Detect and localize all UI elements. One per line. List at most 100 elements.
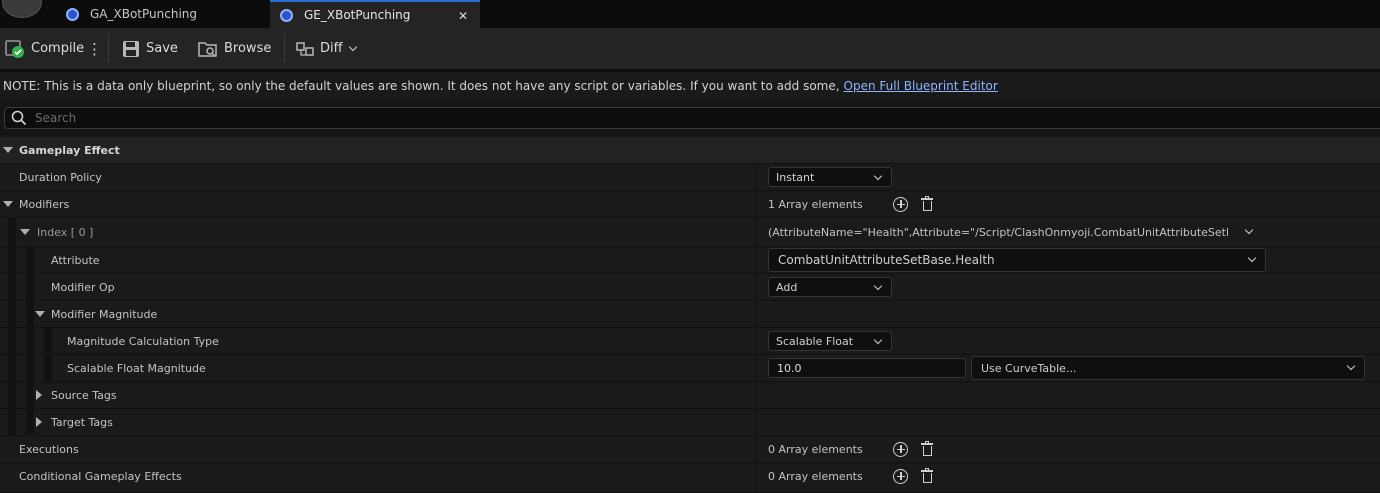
indent-bar <box>26 382 34 409</box>
compile-options-icon[interactable]: ⋮ <box>87 28 102 69</box>
modifier-op-dropdown[interactable]: Add <box>768 277 892 297</box>
chevron-down-icon[interactable] <box>1244 225 1254 235</box>
scalable-float-input[interactable]: 10.0 <box>768 358 966 378</box>
add-element-icon[interactable] <box>893 197 908 212</box>
expand-arrow-icon[interactable] <box>3 137 13 163</box>
property-label: Conditional Gameplay Effects <box>19 469 182 483</box>
array-count: 0 Array elements <box>768 442 863 456</box>
toolbar: Compile ⋮ Save Browse Diff <box>0 28 1380 69</box>
indent-bar <box>26 328 34 355</box>
dropdown-value: Scalable Float <box>776 334 854 348</box>
attribute-dropdown[interactable]: CombatUnitAttributeSetBase.Health <box>768 248 1266 272</box>
chevron-down-icon <box>348 42 357 51</box>
duration-policy-dropdown[interactable]: Instant <box>768 167 892 187</box>
tab-ge-xbotpunching[interactable]: GE_XBotPunching ✕ <box>270 0 480 28</box>
dropdown-value: Instant <box>776 170 815 184</box>
expand-arrow-icon[interactable] <box>36 409 42 435</box>
property-row-duration-policy: Duration Policy Instant <box>0 164 1380 191</box>
indent-bar <box>8 328 16 355</box>
property-row-conditional-effects: Conditional Gameplay Effects 0 Array ele… <box>0 463 1380 493</box>
save-button[interactable]: Save <box>122 28 178 69</box>
magnitude-calc-type-dropdown[interactable]: Scalable Float <box>768 331 892 351</box>
chevron-down-icon <box>873 335 883 345</box>
indent-bar <box>8 247 16 274</box>
browse-label: Browse <box>224 41 272 56</box>
compile-button[interactable]: Compile <box>5 28 84 69</box>
indent-bar <box>26 355 34 382</box>
property-row-index-0[interactable]: Index [ 0 ] (AttributeName="Health",Attr… <box>0 218 1380 247</box>
column-splitter[interactable] <box>755 191 756 217</box>
column-splitter[interactable] <box>755 301 756 327</box>
unreal-logo-icon[interactable] <box>2 0 42 18</box>
expand-arrow-icon[interactable] <box>3 191 13 217</box>
category-gameplay-effect[interactable]: Gameplay Effect <box>0 137 1380 164</box>
column-splitter[interactable] <box>755 328 756 354</box>
curve-table-dropdown[interactable]: Use CurveTable... <box>971 356 1365 380</box>
toolbar-divider <box>108 34 109 63</box>
property-label: Modifier Magnitude <box>51 307 158 321</box>
property-row-attribute: Attribute CombatUnitAttributeSetBase.Hea… <box>0 247 1380 274</box>
property-row-target-tags[interactable]: Target Tags <box>0 409 1380 436</box>
property-label: Scalable Float Magnitude <box>67 361 206 375</box>
column-splitter[interactable] <box>755 247 756 273</box>
column-splitter[interactable] <box>755 164 756 190</box>
indent-bar <box>8 301 16 328</box>
property-label: Duration Policy <box>19 170 102 184</box>
diff-label: Diff <box>320 41 343 56</box>
property-label: Modifiers <box>19 197 70 211</box>
index-summary-value: (AttributeName="Health",Attribute="/Scri… <box>768 225 1228 239</box>
dropdown-value: Use CurveTable... <box>981 361 1077 375</box>
browse-button[interactable]: Browse <box>198 28 271 69</box>
trash-icon[interactable] <box>921 196 933 212</box>
input-value: 10.0 <box>777 361 802 375</box>
expand-arrow-icon[interactable] <box>20 218 30 246</box>
search-box[interactable] <box>4 107 1380 129</box>
array-count: 0 Array elements <box>768 469 863 483</box>
chevron-down-icon <box>1346 361 1356 371</box>
indent-bar <box>8 382 16 409</box>
close-icon[interactable]: ✕ <box>458 9 468 23</box>
save-icon <box>123 40 139 57</box>
save-label: Save <box>146 41 178 56</box>
array-index-label: Index [ 0 ] <box>37 225 94 239</box>
blueprint-icon <box>280 8 293 22</box>
trash-icon[interactable] <box>921 441 933 457</box>
indent-bar <box>8 274 16 301</box>
property-row-scalable-float: Scalable Float Magnitude 10.0 Use CurveT… <box>0 355 1380 382</box>
property-label: Source Tags <box>51 388 117 402</box>
column-splitter[interactable] <box>755 409 756 435</box>
browse-folder-icon <box>198 41 217 57</box>
diff-button[interactable]: Diff <box>296 28 357 69</box>
note-text: NOTE: This is a data only blueprint, so … <box>3 79 840 93</box>
expand-arrow-icon[interactable] <box>36 382 42 408</box>
compile-label: Compile <box>31 41 85 56</box>
add-element-icon[interactable] <box>893 469 908 484</box>
property-row-modifiers[interactable]: Modifiers 1 Array elements <box>0 191 1380 218</box>
property-row-source-tags[interactable]: Source Tags <box>0 382 1380 409</box>
property-row-magnitude-calc-type: Magnitude Calculation Type Scalable Floa… <box>0 328 1380 355</box>
search-input[interactable] <box>35 111 635 125</box>
compile-check-icon <box>5 39 24 58</box>
add-element-icon[interactable] <box>893 442 908 457</box>
column-splitter[interactable] <box>755 355 756 381</box>
tab-ga-xbotpunching[interactable]: GA_XBotPunching <box>56 0 270 28</box>
column-splitter[interactable] <box>755 463 756 493</box>
indent-bar <box>8 218 16 247</box>
chevron-down-icon <box>873 171 883 181</box>
column-splitter[interactable] <box>755 436 756 462</box>
indent-bar <box>26 247 34 274</box>
column-splitter[interactable] <box>755 382 756 408</box>
open-full-editor-link[interactable]: Open Full Blueprint Editor <box>844 79 998 93</box>
property-row-modifier-magnitude[interactable]: Modifier Magnitude <box>0 301 1380 328</box>
indent-bar <box>44 328 52 355</box>
indent-bar <box>8 409 16 436</box>
column-splitter[interactable] <box>755 218 756 246</box>
trash-icon[interactable] <box>921 468 933 484</box>
property-label: Modifier Op <box>51 280 115 294</box>
chevron-down-icon <box>873 281 883 291</box>
indent-bar <box>8 355 16 382</box>
category-label: Gameplay Effect <box>19 143 120 157</box>
expand-arrow-icon[interactable] <box>35 301 45 327</box>
property-row-modifier-op: Modifier Op Add <box>0 274 1380 301</box>
column-splitter[interactable] <box>755 274 756 300</box>
